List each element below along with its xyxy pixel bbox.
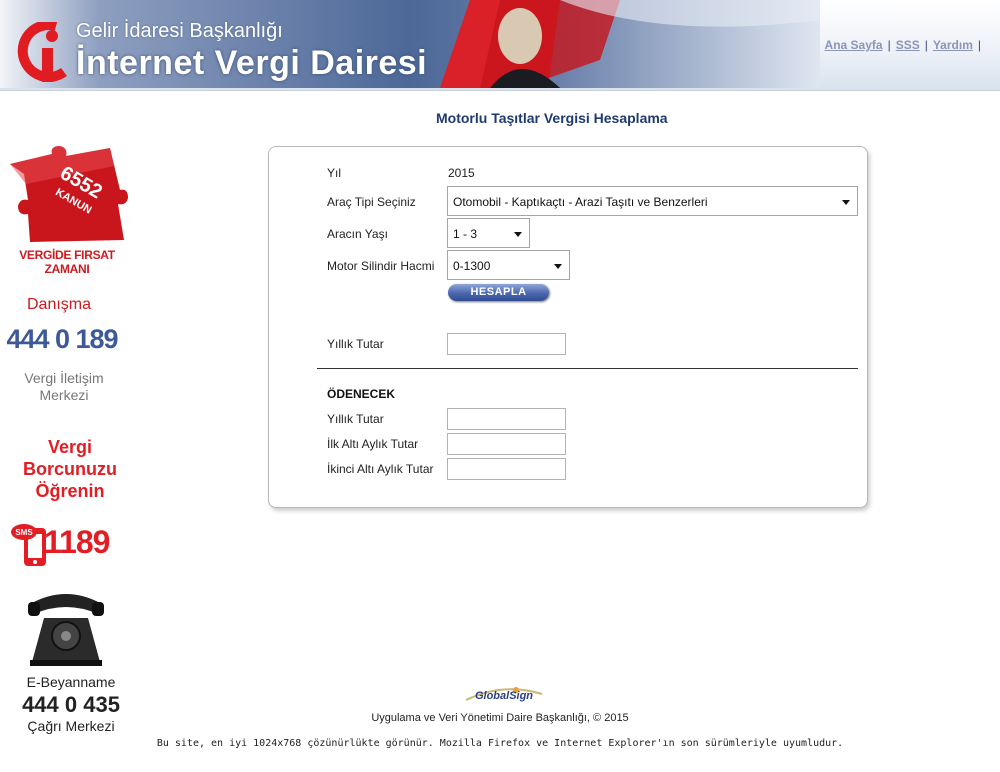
nav-link-yardim[interactable]: Yardım xyxy=(933,38,973,52)
odenecek-yillik-label: Yıllık Tutar xyxy=(327,412,384,426)
motor-silindir-select[interactable]: 0-1300 xyxy=(447,250,570,280)
ilk-alti-aylik-field[interactable] xyxy=(447,433,566,455)
nav-separator: | xyxy=(887,38,891,52)
odenecek-yillik-field[interactable] xyxy=(447,408,566,430)
telephone-icon xyxy=(28,594,104,666)
kanun-6552-puzzle-banner[interactable]: 6552 KANUN xyxy=(6,144,128,244)
kanun-slogan: VERGİDE FIRSAT ZAMANI xyxy=(19,248,115,276)
vergi-borcu-banner[interactable]: Vergi Borcunuzu Öğrenin xyxy=(0,436,140,502)
chevron-down-icon xyxy=(514,232,522,237)
motor-silindir-selected: 0-1300 xyxy=(453,259,491,273)
arac-yasi-label: Aracın Yaşı xyxy=(327,227,388,241)
motor-silindir-label: Motor Silindir Hacmi xyxy=(327,259,435,273)
header-banner: Gelir İdaresi Başkanlığı İnternet Vergi … xyxy=(0,0,1000,91)
yil-value: 2015 xyxy=(448,166,475,180)
yillik-tutar-label: Yıllık Tutar xyxy=(327,337,384,351)
ikinci-alti-aylik-field[interactable] xyxy=(447,458,566,480)
mtv-form-panel: Yıl 2015 Araç Tipi Seçiniz Otomobil - Ka… xyxy=(268,146,868,508)
danisma-subtitle: Vergi İletişim Merkezi xyxy=(0,370,128,404)
arac-yasi-selected: 1 - 3 xyxy=(453,227,478,241)
page-title: Motorlu Taşıtlar Vergisi Hesaplama xyxy=(436,110,668,126)
danisma-subtitle-line1: Vergi İletişim xyxy=(24,370,104,386)
globalsign-text: GlobalSign xyxy=(475,690,533,702)
ilk-alti-aylik-label: İlk Altı Aylık Tutar xyxy=(327,437,419,451)
chevron-down-icon xyxy=(554,264,562,269)
arac-tipi-select[interactable]: Otomobil - Kaptıkaçtı - Arazi Taşıtı ve … xyxy=(447,186,858,216)
yillik-tutar-field[interactable] xyxy=(447,333,566,355)
arac-tipi-selected: Otomobil - Kaptıkaçtı - Arazi Taşıtı ve … xyxy=(453,195,708,209)
footer-copyright: Uygulama ve Veri Yönetimi Daire Başkanlı… xyxy=(371,712,629,724)
footer-browser-note: Bu site, en iyi 1024x768 çözünürlükte gö… xyxy=(156,738,844,749)
sms-label: SMS xyxy=(15,528,33,537)
odenecek-title: ÖDENECEK xyxy=(327,387,396,401)
sms-number: 1189 xyxy=(44,524,110,560)
borc-line1: Vergi xyxy=(47,437,93,457)
nav-link-sss[interactable]: SSS xyxy=(896,38,920,52)
org-name: Gelir İdaresi Başkanlığı xyxy=(76,20,283,42)
app-name: İnternet Vergi Dairesi xyxy=(76,44,428,82)
nav-link-ana-sayfa[interactable]: Ana Sayfa xyxy=(825,38,883,52)
divider xyxy=(317,368,858,369)
yil-label: Yıl xyxy=(327,166,342,180)
danisma-phone: 444 0 189 xyxy=(6,324,118,354)
borc-line3: Öğrenin xyxy=(35,481,105,501)
gib-logo-icon xyxy=(17,22,67,82)
borc-line2: Borcunuzu xyxy=(23,459,117,479)
danisma-title: Danışma xyxy=(26,296,92,313)
top-nav: Ana Sayfa | SSS | Yardım | xyxy=(825,38,986,52)
arac-yasi-select[interactable]: 1 - 3 xyxy=(447,218,530,248)
hesapla-button[interactable]: HESAPLA xyxy=(448,284,549,301)
nav-separator: | xyxy=(977,38,981,52)
globalsign-logo[interactable]: GlobalSign xyxy=(464,684,544,704)
arac-tipi-label: Araç Tipi Seçiniz xyxy=(327,195,416,209)
ebeyanname-title: E-Beyanname xyxy=(26,674,116,690)
chevron-down-icon xyxy=(842,200,850,205)
danisma-subtitle-line2: Merkezi xyxy=(39,387,89,403)
nav-separator: | xyxy=(924,38,928,52)
ikinci-alti-aylik-label: İkinci Altı Aylık Tutar xyxy=(327,462,434,476)
